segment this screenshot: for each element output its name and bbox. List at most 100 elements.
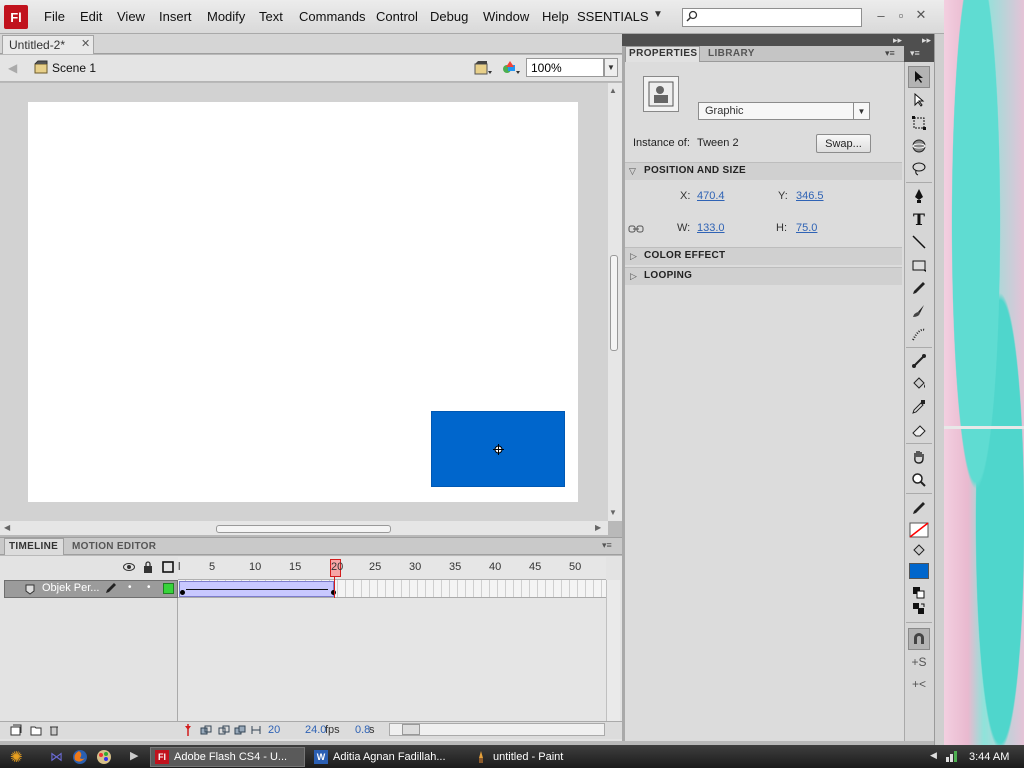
current-frame-value[interactable]: 20 <box>268 724 280 736</box>
layer-lock-toggle[interactable]: • <box>147 582 151 593</box>
panel-menu-icon[interactable]: ▾≡ <box>602 540 612 551</box>
new-folder-icon[interactable] <box>30 724 42 736</box>
swap-button[interactable]: Swap... <box>816 134 871 153</box>
lasso-tool-icon[interactable] <box>908 158 930 180</box>
layer-name[interactable]: Objek Per... <box>42 582 99 594</box>
stroke-color-icon[interactable] <box>908 497 930 519</box>
timeline-horizontal-scroll-thumb[interactable] <box>402 724 420 735</box>
menu-file[interactable]: File <box>44 9 65 24</box>
maximize-icon[interactable]: ▫ <box>892 6 910 24</box>
flash-logo-icon[interactable]: Fl <box>4 5 28 29</box>
fill-color-swatch[interactable] <box>908 560 930 582</box>
help-search-input[interactable] <box>682 8 862 27</box>
tab-motion-editor[interactable]: MOTION EDITOR <box>72 541 156 552</box>
menu-commands[interactable]: Commands <box>299 9 365 24</box>
zoom-input[interactable] <box>526 58 604 77</box>
menu-insert[interactable]: Insert <box>159 9 192 24</box>
snap-to-objects-icon[interactable] <box>908 628 930 650</box>
subselection-tool-icon[interactable] <box>908 89 930 111</box>
edit-multiple-frames-icon[interactable] <box>234 724 246 736</box>
tab-properties-label[interactable]: PROPERTIES <box>629 48 697 59</box>
menu-text[interactable]: Text <box>259 9 283 24</box>
edit-symbols-icon[interactable] <box>473 59 493 77</box>
collapse-panel-icon[interactable]: ▸▸ <box>922 35 931 46</box>
visual-studio-icon[interactable]: ⋈ <box>50 749 63 765</box>
panel-menu-icon[interactable]: ▾≡ <box>910 48 920 59</box>
brush-tool-icon[interactable] <box>908 300 930 322</box>
paint-app-icon[interactable] <box>96 749 112 765</box>
menu-control[interactable]: Control <box>376 9 418 24</box>
chevron-right-icon[interactable]: ▷ <box>630 271 637 282</box>
paint-bucket-tool-icon[interactable] <box>908 373 930 395</box>
looping-label[interactable]: LOOPING <box>644 270 692 281</box>
y-value[interactable]: 346.5 <box>796 190 824 202</box>
color-effect-label[interactable]: COLOR EFFECT <box>644 250 725 261</box>
scroll-left-icon[interactable]: ◀ <box>4 523 10 532</box>
center-frame-icon[interactable] <box>182 724 194 736</box>
taskbar-button-paint[interactable]: untitled - Paint <box>470 747 620 767</box>
stroke-color-swatch[interactable] <box>908 519 930 541</box>
selection-tool-icon[interactable] <box>908 66 930 88</box>
bone-tool-icon[interactable] <box>908 350 930 372</box>
close-icon[interactable]: ✕ <box>912 6 930 24</box>
menu-help[interactable]: Help <box>542 9 569 24</box>
straighten-icon[interactable]: +< <box>908 673 930 695</box>
smooth-icon[interactable]: +S <box>908 651 930 673</box>
network-icon[interactable] <box>944 748 960 764</box>
onion-skin-outlines-icon[interactable] <box>218 724 230 736</box>
chevron-down-icon[interactable]: ▼ <box>853 103 869 119</box>
taskbar-overflow-icon[interactable]: ▶ <box>130 749 138 762</box>
taskbar-button-word[interactable]: W Aditia Agnan Fadillah... <box>310 747 465 767</box>
edit-scene-icon[interactable] <box>501 59 521 77</box>
x-value[interactable]: 470.4 <box>697 190 725 202</box>
firefox-icon[interactable] <box>72 749 88 765</box>
chevron-down-icon[interactable]: ▽ <box>629 166 636 177</box>
tray-expand-icon[interactable]: ◀ <box>930 750 937 761</box>
position-size-label[interactable]: POSITION AND SIZE <box>644 165 746 176</box>
scene-label[interactable]: Scene 1 <box>52 61 96 75</box>
stage-vertical-scroll-thumb[interactable] <box>610 255 618 351</box>
3d-rotation-tool-icon[interactable] <box>908 135 930 157</box>
new-layer-icon[interactable] <box>10 724 22 736</box>
scroll-right-icon[interactable]: ▶ <box>595 523 601 532</box>
lock-icon[interactable] <box>143 561 153 573</box>
menu-modify[interactable]: Modify <box>207 9 245 24</box>
w-value[interactable]: 133.0 <box>697 222 725 234</box>
system-clock[interactable]: 3:44 AM <box>969 751 1009 763</box>
stage-horizontal-scroll-thumb[interactable] <box>216 525 391 533</box>
eraser-tool-icon[interactable] <box>908 419 930 441</box>
layer-outline-color[interactable] <box>163 583 174 594</box>
text-tool-icon[interactable]: T <box>908 208 930 230</box>
free-transform-tool-icon[interactable] <box>908 112 930 134</box>
collapse-panel-icon[interactable]: ▸▸ <box>893 35 902 46</box>
chevron-down-icon[interactable]: ▼ <box>653 9 663 20</box>
modify-onion-markers-icon[interactable] <box>250 724 262 736</box>
zoom-dropdown-icon[interactable]: ▼ <box>604 58 618 77</box>
link-icon[interactable] <box>628 223 644 235</box>
eye-icon[interactable] <box>123 562 135 572</box>
deco-tool-icon[interactable] <box>908 323 930 345</box>
layer-visibility-toggle[interactable]: • <box>128 582 132 593</box>
eyedropper-tool-icon[interactable] <box>908 396 930 418</box>
close-icon[interactable]: ✕ <box>81 37 90 50</box>
menu-edit[interactable]: Edit <box>80 9 102 24</box>
registration-point-icon[interactable] <box>493 444 504 455</box>
menu-window[interactable]: Window <box>483 9 529 24</box>
menu-view[interactable]: View <box>117 9 145 24</box>
pencil-tool-icon[interactable] <box>908 277 930 299</box>
chevron-right-icon[interactable]: ▷ <box>630 251 637 262</box>
panel-menu-icon[interactable]: ▾≡ <box>885 48 895 59</box>
delete-icon[interactable] <box>48 724 60 736</box>
swap-colors-icon[interactable] <box>908 598 930 620</box>
frame-ruler[interactable] <box>178 557 606 580</box>
onion-skin-icon[interactable] <box>200 724 212 736</box>
rectangle-tool-icon[interactable] <box>908 254 930 276</box>
scroll-down-icon[interactable]: ▼ <box>609 508 617 517</box>
pen-tool-icon[interactable] <box>908 185 930 207</box>
timeline-vertical-scrollbar[interactable] <box>606 580 620 721</box>
zoom-tool-icon[interactable] <box>908 469 930 491</box>
fill-color-icon[interactable] <box>908 540 930 562</box>
keyframe-start[interactable] <box>180 590 185 595</box>
tab-library[interactable]: LIBRARY <box>708 48 755 59</box>
menu-debug[interactable]: Debug <box>430 9 468 24</box>
